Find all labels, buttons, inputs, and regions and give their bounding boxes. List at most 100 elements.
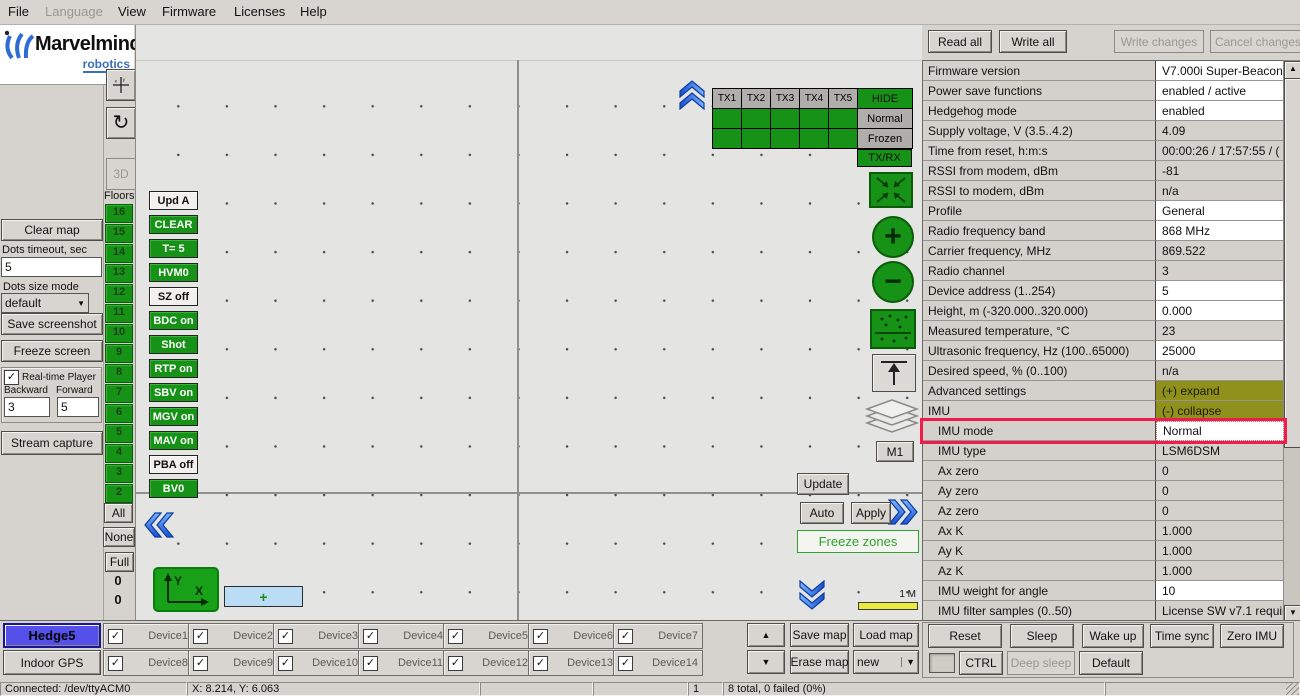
map-toggle-shot[interactable]: Shot xyxy=(149,335,198,354)
tx4-header[interactable]: TX4 xyxy=(800,89,829,109)
device-toggle-14[interactable]: ✓Device14 xyxy=(613,650,703,676)
param-value[interactable]: 10 xyxy=(1156,581,1284,601)
floors-all-button[interactable]: All xyxy=(104,503,133,523)
backward-input[interactable]: 3 xyxy=(4,397,50,417)
floor-button[interactable]: 8 xyxy=(105,364,133,383)
device-toggle-2[interactable]: ✓Device2 xyxy=(188,623,278,649)
tx1-header[interactable]: TX1 xyxy=(713,89,742,109)
zoom-in-button[interactable]: + xyxy=(872,216,914,258)
checkbox-icon[interactable]: ✓ xyxy=(278,629,293,644)
params-scrollbar[interactable]: ▲ ▼ xyxy=(1283,60,1300,624)
ctrl-checkbox[interactable] xyxy=(929,653,955,673)
param-value[interactable]: 25000 xyxy=(1156,341,1284,361)
default-button[interactable]: Default xyxy=(1079,651,1143,675)
rotate-tool-button[interactable]: ↻ xyxy=(106,107,136,139)
map-toggle-bdc-on[interactable]: BDC on xyxy=(149,311,198,330)
time-sync-button[interactable]: Time sync xyxy=(1150,624,1214,648)
m1-button[interactable]: M1 xyxy=(876,441,914,462)
floor-button[interactable]: 5 xyxy=(105,424,133,443)
floor-button[interactable]: 16 xyxy=(105,204,133,223)
device-toggle-13[interactable]: ✓Device13 xyxy=(528,650,618,676)
add-submap-button[interactable]: + xyxy=(224,586,303,607)
checkbox-icon[interactable]: ✓ xyxy=(363,656,378,671)
reset-button[interactable]: Reset xyxy=(928,624,1002,648)
tx-hide-button[interactable]: HIDE xyxy=(858,89,913,109)
map-toggle-rtp-on[interactable]: RTP on xyxy=(149,359,198,378)
device-toggle-10[interactable]: ✓Device10 xyxy=(273,650,363,676)
checkbox-icon[interactable]: ✓ xyxy=(448,656,463,671)
pan-up-icon[interactable] xyxy=(679,80,705,110)
device-toggle-4[interactable]: ✓Device4 xyxy=(358,623,448,649)
device-toggle-6[interactable]: ✓Device6 xyxy=(528,623,618,649)
collapse-arrows-icon[interactable] xyxy=(869,172,913,211)
realtime-player-checkbox[interactable]: ✓ xyxy=(4,370,19,385)
checkbox-icon[interactable]: ✓ xyxy=(108,629,123,644)
update-button[interactable]: Update xyxy=(797,473,849,495)
upload-map-button[interactable] xyxy=(872,354,916,392)
sleep-button[interactable]: Sleep xyxy=(1010,624,1074,648)
tx-cell[interactable] xyxy=(829,129,858,149)
floor-button[interactable]: 12 xyxy=(105,284,133,303)
tx-cell[interactable] xyxy=(742,129,771,149)
erase-map-button[interactable]: Erase map xyxy=(790,650,849,674)
map-toggle-sbv-on[interactable]: SBV on xyxy=(149,383,198,402)
chevron-down-icon[interactable]: ▼ xyxy=(901,657,915,667)
checkbox-icon[interactable]: ✓ xyxy=(108,656,123,671)
floors-full-button[interactable]: Full xyxy=(105,552,134,572)
device-toggle-5[interactable]: ✓Device5 xyxy=(443,623,533,649)
device-scroll-up-button[interactable]: ▲ xyxy=(747,623,785,647)
tx-cell[interactable] xyxy=(742,109,771,129)
device-toggle-3[interactable]: ✓Device3 xyxy=(273,623,363,649)
map-toggle-bv0[interactable]: BV0 xyxy=(149,479,198,498)
param-value[interactable]: (-) collapse xyxy=(1156,401,1284,421)
chevron-down-icon[interactable]: ▼ xyxy=(77,299,85,308)
device-toggle-12[interactable]: ✓Device12 xyxy=(443,650,533,676)
scroll-up-icon[interactable]: ▲ xyxy=(1284,61,1300,79)
menu-help[interactable]: Help xyxy=(300,4,327,19)
floor-button[interactable]: 13 xyxy=(105,264,133,283)
map-toggle-sz-off[interactable]: SZ off xyxy=(149,287,198,306)
axis-tool-button[interactable]: xy xyxy=(106,69,136,101)
checkbox-icon[interactable]: ✓ xyxy=(363,629,378,644)
map-toggle-hvm0[interactable]: HVM0 xyxy=(149,263,198,282)
floor-button[interactable]: 14 xyxy=(105,244,133,263)
param-value[interactable]: 868 MHz xyxy=(1156,221,1284,241)
map-toggle-mav-on[interactable]: MAV on xyxy=(149,431,198,450)
stream-capture-button[interactable]: Stream capture xyxy=(1,431,103,455)
zoom-out-button[interactable]: − xyxy=(872,261,914,303)
checkbox-icon[interactable]: ✓ xyxy=(618,629,633,644)
floor-button[interactable]: 11 xyxy=(105,304,133,323)
tx2-header[interactable]: TX2 xyxy=(742,89,771,109)
floor-button[interactable]: 9 xyxy=(105,344,133,363)
load-map-button[interactable]: Load map xyxy=(853,623,919,647)
tx-cell[interactable] xyxy=(713,129,742,149)
zero-imu-button[interactable]: Zero IMU xyxy=(1220,624,1284,648)
floor-button[interactable]: 7 xyxy=(105,384,133,403)
map-toggle-pba-off[interactable]: PBA off xyxy=(149,455,198,474)
wake-up-button[interactable]: Wake up xyxy=(1082,624,1144,648)
param-value[interactable]: enabled xyxy=(1156,101,1284,121)
checkbox-icon[interactable]: ✓ xyxy=(618,656,633,671)
checkbox-icon[interactable]: ✓ xyxy=(278,656,293,671)
scrollbar-thumb[interactable] xyxy=(1284,78,1300,448)
apply-button[interactable]: Apply xyxy=(851,502,891,524)
param-value[interactable]: General xyxy=(1156,201,1284,221)
dots-view-button[interactable] xyxy=(870,309,916,352)
hedge5-button[interactable]: Hedge5 xyxy=(3,623,101,648)
map-toggle-t-5[interactable]: T= 5 xyxy=(149,239,198,258)
param-value[interactable]: V7.000i Super-Beacon xyxy=(1156,61,1284,81)
map-select[interactable]: new ▼ xyxy=(853,650,919,674)
freeze-screen-button[interactable]: Freeze screen xyxy=(1,340,103,362)
menu-view[interactable]: View xyxy=(118,4,146,19)
tx-cell[interactable] xyxy=(829,109,858,129)
tx5-header[interactable]: TX5 xyxy=(829,89,858,109)
floor-button[interactable]: 10 xyxy=(105,324,133,343)
layers-icon[interactable] xyxy=(864,396,920,441)
checkbox-icon[interactable]: ✓ xyxy=(533,656,548,671)
param-value[interactable]: 5 xyxy=(1156,281,1284,301)
checkbox-icon[interactable]: ✓ xyxy=(448,629,463,644)
map-toggle-upd-a[interactable]: Upd A xyxy=(149,191,198,210)
resize-grip[interactable] xyxy=(1286,683,1299,695)
param-value[interactable]: enabled / active xyxy=(1156,81,1284,101)
tx-cell[interactable] xyxy=(800,109,829,129)
